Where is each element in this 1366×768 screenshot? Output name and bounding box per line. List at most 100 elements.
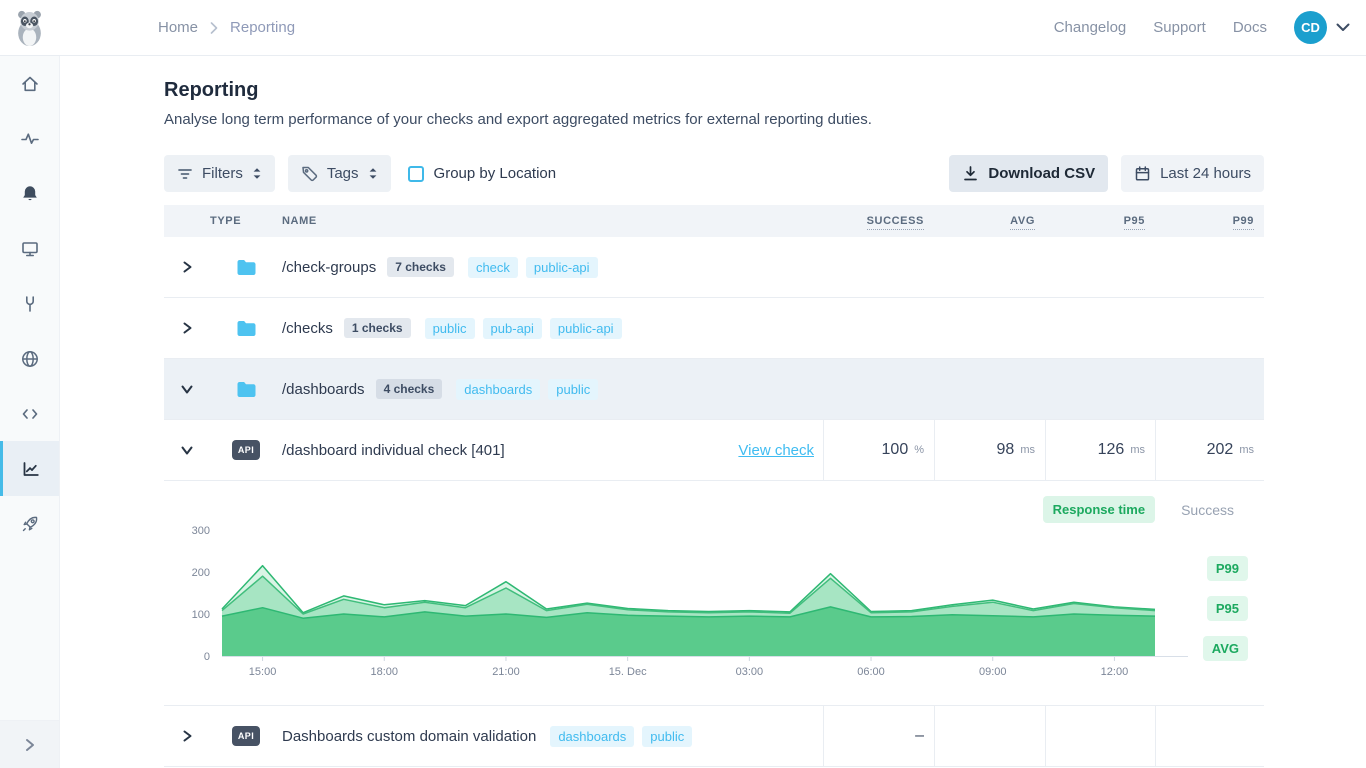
collapse-toggle[interactable] <box>164 445 210 456</box>
sidebar-item-maintenance[interactable] <box>0 276 59 331</box>
group-row-check-groups[interactable]: /check-groups 7 checks check public-api <box>164 237 1264 298</box>
tags-label: Tags <box>327 165 359 182</box>
type-cell <box>210 381 282 398</box>
page-description: Analyse long term performance of your ch… <box>164 111 1264 128</box>
group-by-location-checkbox[interactable] <box>408 166 424 182</box>
check-name: Dashboards custom domain validation <box>282 728 536 745</box>
download-csv-button[interactable]: Download CSV <box>949 155 1108 192</box>
legend-avg[interactable]: AVG <box>1203 636 1248 661</box>
support-link[interactable]: Support <box>1153 19 1206 36</box>
type-cell <box>210 320 282 337</box>
chevron-right-icon <box>182 321 193 335</box>
check-count-badge: 7 checks <box>387 257 454 277</box>
name-cell: /check-groups 7 checks check public-api <box>282 237 823 297</box>
reporting-table: TYPE NAME SUCCESS AVG P95 P99 /check-gro… <box>164 205 1264 767</box>
tag: public <box>642 726 692 747</box>
home-icon <box>20 74 40 94</box>
name-cell: /dashboards 4 checks dashboards public <box>282 359 823 419</box>
avg-cell <box>934 706 1045 766</box>
sidebar-item-quickstart[interactable] <box>0 496 59 551</box>
expand-toggle[interactable] <box>164 321 210 335</box>
legend-p99[interactable]: P99 <box>1207 556 1248 581</box>
group-by-location-label: Group by Location <box>434 165 557 182</box>
filters-label: Filters <box>202 165 243 182</box>
filters-button[interactable]: Filters <box>164 155 275 192</box>
svg-text:200: 200 <box>192 567 210 579</box>
sidebar-item-snippets[interactable] <box>0 386 59 441</box>
tag-list: check public-api <box>468 257 598 278</box>
tag: dashboards <box>456 379 540 400</box>
check-row-dashboard-individual[interactable]: API /dashboard individual check [401] Vi… <box>164 420 1264 481</box>
sidebar-item-home[interactable] <box>0 56 59 111</box>
svg-text:15. Dec: 15. Dec <box>609 666 647 678</box>
sidebar-collapse-toggle[interactable] <box>0 720 59 768</box>
check-row-custom-domain-validation[interactable]: API Dashboards custom domain validation … <box>164 706 1264 767</box>
check-count-badge: 4 checks <box>376 379 443 399</box>
svg-text:18:00: 18:00 <box>370 666 398 678</box>
name-cell: /dashboard individual check [401] View c… <box>282 420 823 480</box>
header-name: NAME <box>282 215 823 227</box>
sidebar-item-alerts[interactable] <box>0 166 59 221</box>
folder-icon <box>236 381 257 398</box>
tag: public-api <box>550 318 622 339</box>
sidebar-item-dashboards[interactable] <box>0 221 59 276</box>
view-check-link[interactable]: View check <box>738 442 823 459</box>
tag: public <box>548 379 598 400</box>
sidebar-nav <box>0 56 60 768</box>
monitor-icon <box>20 239 40 259</box>
check-count-badge: 1 checks <box>344 318 411 338</box>
group-name: /check-groups <box>282 259 376 276</box>
page-title: Reporting <box>164 79 1264 102</box>
svg-text:0: 0 <box>204 651 210 663</box>
folder-icon <box>236 259 257 276</box>
response-time-area-chart: 010020030015:0018:0021:0015. Dec03:0006:… <box>164 514 1264 706</box>
collapse-toggle[interactable] <box>164 384 210 395</box>
avatar[interactable]: CD <box>1294 11 1327 44</box>
sidebar-item-private-locations[interactable] <box>0 331 59 386</box>
date-range-selector[interactable]: Last 24 hours <box>1121 155 1264 192</box>
group-row-checks[interactable]: /checks 1 checks public pub-api public-a… <box>164 298 1264 359</box>
group-row-dashboards[interactable]: /dashboards 4 checks dashboards public <box>164 359 1264 420</box>
filter-lines-icon <box>177 167 193 181</box>
tag: public-api <box>526 257 598 278</box>
breadcrumb-home-link[interactable]: Home <box>158 19 198 36</box>
expand-toggle[interactable] <box>164 729 210 743</box>
svg-text:300: 300 <box>192 525 210 537</box>
breadcrumb-current[interactable]: Reporting <box>230 19 295 36</box>
sidebar-item-checks[interactable] <box>0 111 59 166</box>
chevron-right-icon <box>210 22 218 34</box>
tags-button[interactable]: Tags <box>288 155 391 192</box>
group-name: /dashboards <box>282 381 365 398</box>
tag-list: public pub-api public-api <box>425 318 622 339</box>
line-chart-icon <box>21 459 41 479</box>
success-cell: – <box>823 706 934 766</box>
expand-toggle[interactable] <box>164 260 210 274</box>
svg-text:12:00: 12:00 <box>1101 666 1129 678</box>
name-cell: Dashboards custom domain validation dash… <box>282 706 823 766</box>
chevron-right-icon <box>24 737 36 753</box>
raccoon-logo[interactable] <box>13 9 46 47</box>
account-menu[interactable]: CD <box>1294 11 1350 44</box>
legend-p95[interactable]: P95 <box>1207 596 1248 621</box>
p95-cell <box>1045 706 1155 766</box>
tag: pub-api <box>483 318 542 339</box>
tag: check <box>468 257 518 278</box>
tag: public <box>425 318 475 339</box>
sidebar-item-reporting[interactable] <box>0 441 59 496</box>
header-type: TYPE <box>210 215 282 227</box>
avg-cell: 98ms <box>934 420 1045 480</box>
topbar-links: Changelog Support Docs CD <box>1054 11 1350 44</box>
changelog-link[interactable]: Changelog <box>1054 19 1127 36</box>
docs-link[interactable]: Docs <box>1233 19 1267 36</box>
svg-text:03:00: 03:00 <box>736 666 764 678</box>
svg-text:100: 100 <box>192 609 210 621</box>
header-p99: P99 <box>1155 215 1264 227</box>
main-content: Reporting Analyse long term performance … <box>60 56 1366 768</box>
globe-icon <box>20 349 40 369</box>
chevron-down-icon <box>180 445 194 456</box>
p99-cell: 202ms <box>1155 420 1264 480</box>
svg-text:21:00: 21:00 <box>492 666 520 678</box>
bell-icon <box>20 184 40 204</box>
rocket-icon <box>20 514 40 534</box>
name-cell: /checks 1 checks public pub-api public-a… <box>282 298 823 358</box>
